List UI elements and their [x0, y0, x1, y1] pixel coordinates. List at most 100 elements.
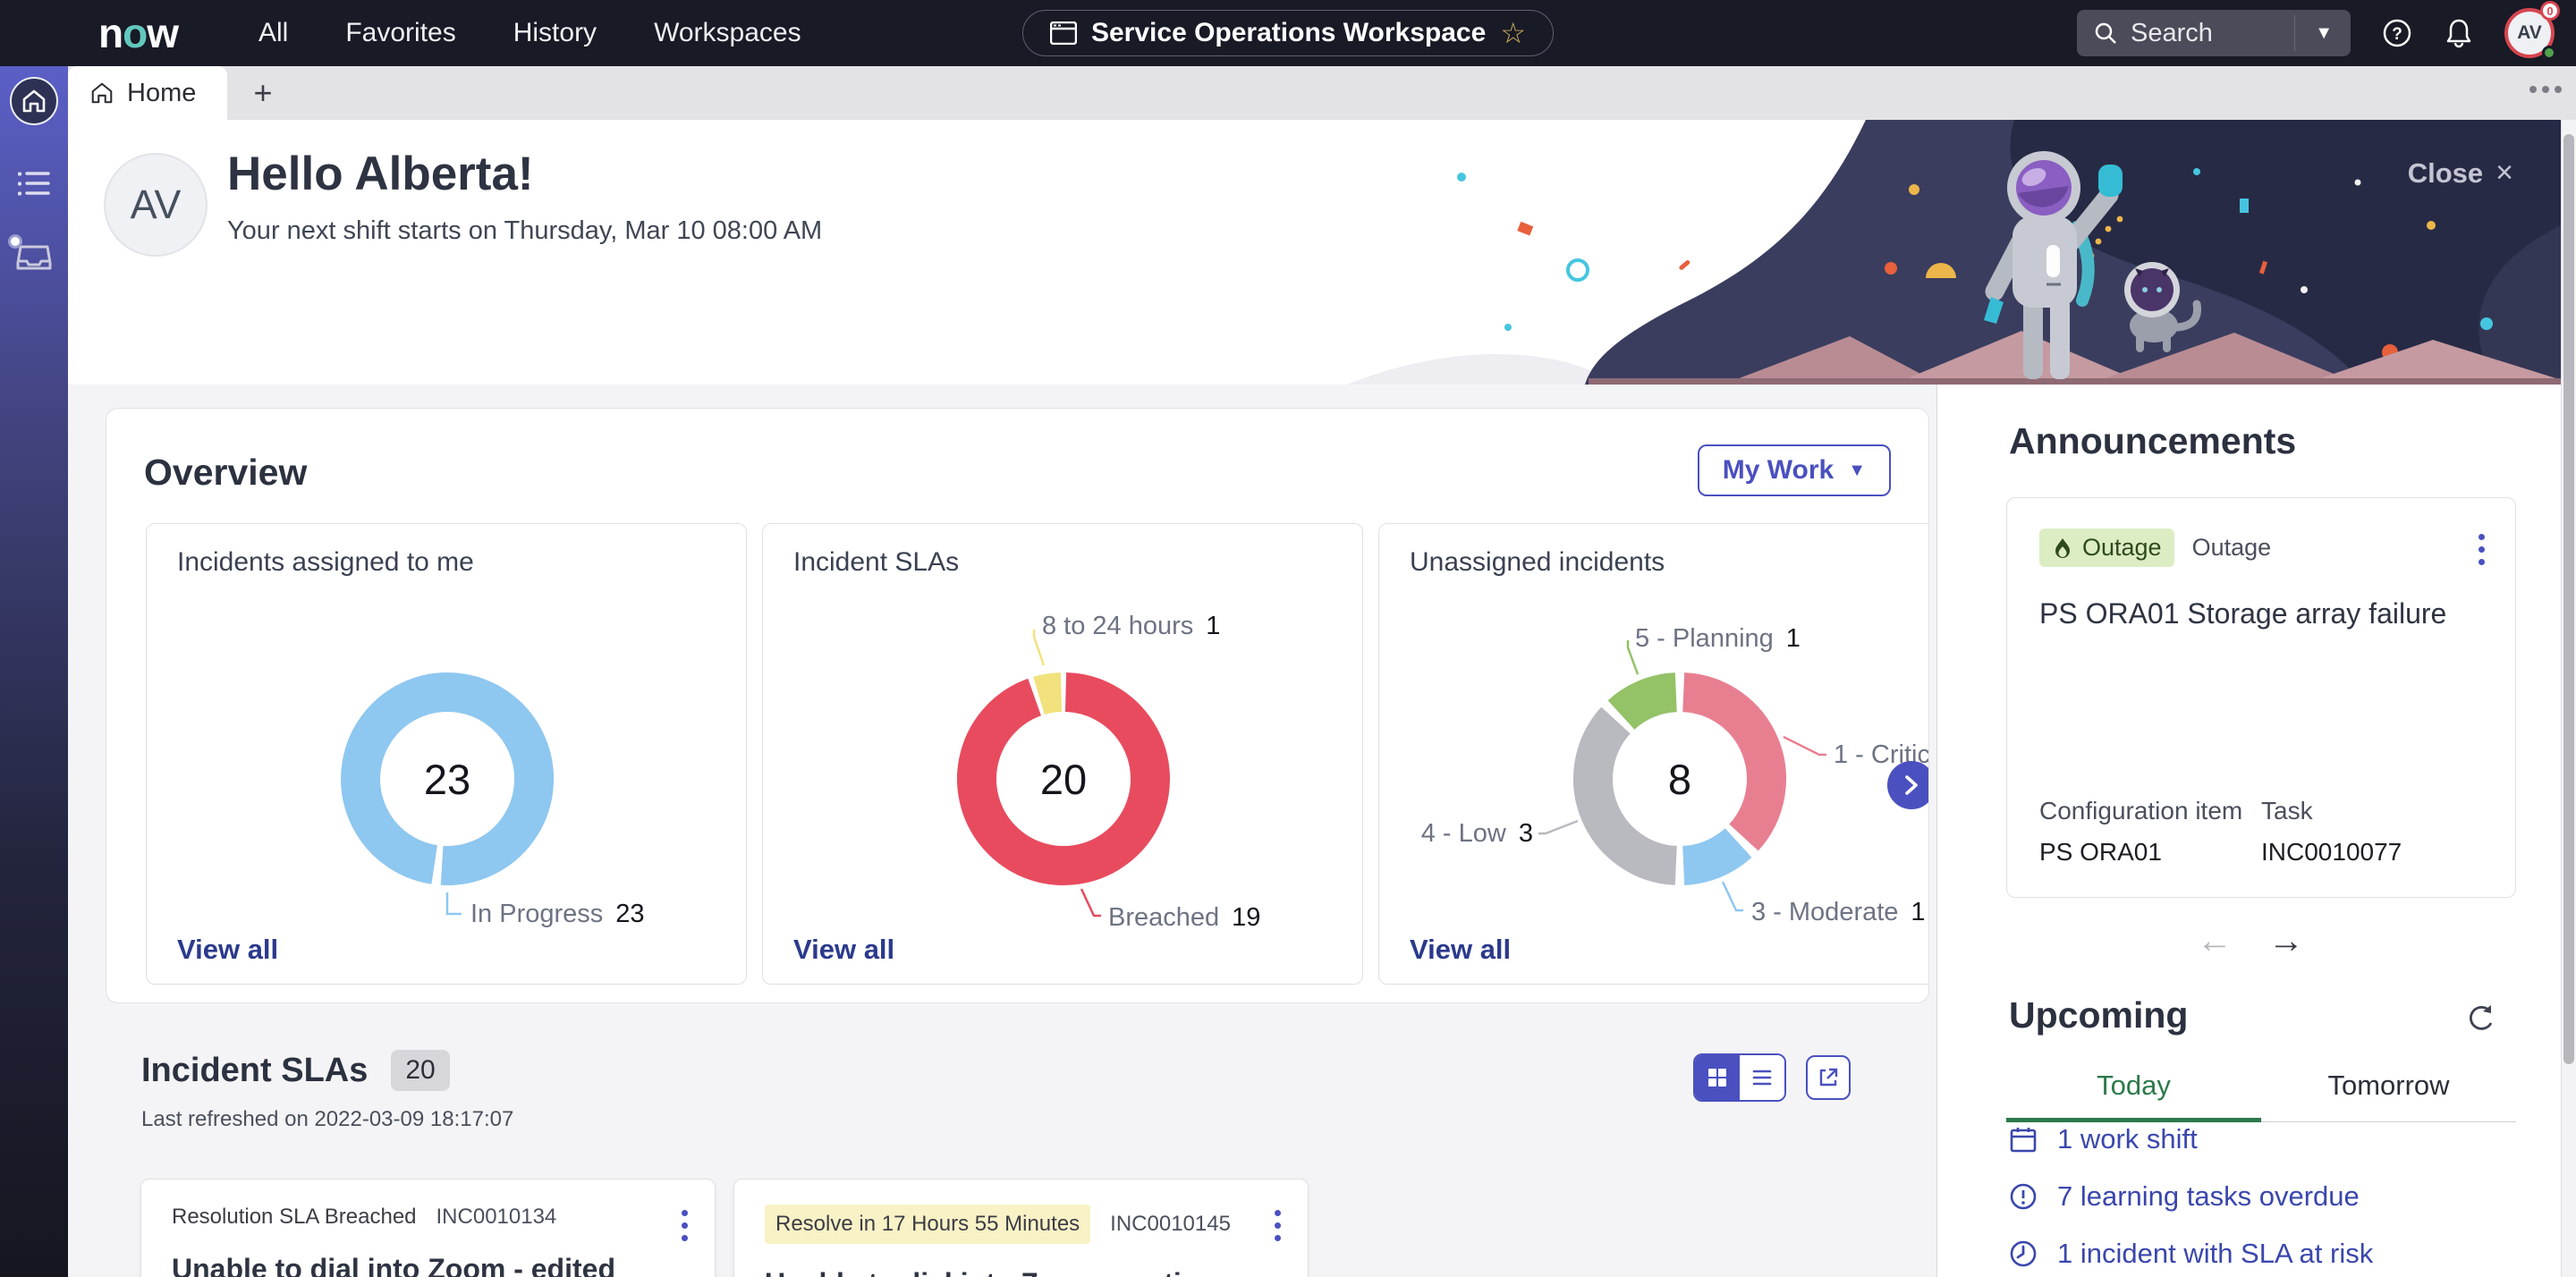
segment-label-low: 4 - Low3	[1411, 819, 1533, 849]
view-all-link[interactable]: View all	[177, 934, 278, 966]
sla-section-title: Incident SLAs	[141, 1052, 368, 1090]
sla-count-badge: 20	[391, 1050, 449, 1091]
close-icon: ×	[2496, 156, 2513, 190]
greeting-banner: AV Hello Alberta! Your next shift starts…	[68, 120, 2576, 385]
tab-home-label: Home	[127, 79, 196, 108]
list-view-button[interactable]	[1740, 1055, 1784, 1100]
last-refreshed-text: Last refreshed on 2022-03-09 18:17:07	[141, 1107, 513, 1132]
announcement-menu-kebab-icon[interactable]	[2479, 534, 2485, 565]
greeting-avatar: AV	[104, 153, 208, 257]
chart-title: Incident SLAs	[793, 547, 959, 578]
external-link-icon	[1818, 1067, 1839, 1088]
view-all-link[interactable]: View all	[1410, 934, 1511, 966]
pager-prev-arrow[interactable]: ←	[2197, 921, 2233, 961]
add-tab-button[interactable]: +	[243, 73, 283, 113]
refresh-icon[interactable]	[2464, 1002, 2496, 1034]
sla-section-header: Incident SLAs 20	[141, 1050, 450, 1091]
outage-badge: Outage	[2039, 529, 2174, 567]
sidebar-item-home[interactable]	[10, 77, 58, 125]
flame-icon	[2052, 537, 2073, 560]
upcoming-tabs: Today Tomorrow	[2006, 1070, 2516, 1122]
avatar-badge: 0	[2540, 1, 2560, 21]
list-view-icon	[1751, 1067, 1773, 1088]
service-operations-workspace: now All Favorites History Workspaces Ser…	[0, 0, 2576, 1277]
nav-item-all[interactable]: All	[258, 18, 288, 48]
incident-short-description[interactable]: Unable to dial into Zoom - edited	[172, 1253, 684, 1277]
my-work-label: My Work	[1723, 455, 1834, 486]
chart-title: Unassigned incidents	[1410, 547, 1665, 578]
workspace-switcher[interactable]: Service Operations Workspace ☆	[1022, 10, 1554, 56]
announcement-card[interactable]: Outage Outage PS ORA01 Storage array fai…	[2006, 497, 2516, 898]
card-menu-kebab-icon[interactable]	[682, 1210, 688, 1241]
upcoming-item-work-shift[interactable]: 1 work shift	[2009, 1123, 2373, 1155]
main-content: Overview My Work ▼ Incidents assigned to…	[68, 385, 1936, 1277]
sla-card-list: Resolution SLA Breached INC0010134 Unabl…	[140, 1179, 1309, 1277]
view-toggle-group	[1693, 1053, 1851, 1102]
upcoming-item-sla-at-risk[interactable]: 1 incident with SLA at risk	[2009, 1238, 2373, 1270]
announcement-card-title: PS ORA01 Storage array failure	[2039, 597, 2483, 630]
announcement-pager: ← →	[1937, 921, 2563, 961]
upcoming-list: 1 work shift 7 learning tasks overdue 1 …	[2009, 1123, 2373, 1270]
carousel-next-button[interactable]	[1887, 761, 1929, 809]
sla-card-inc0010145[interactable]: Resolve in 17 Hours 55 Minutes INC001014…	[733, 1179, 1309, 1277]
grid-icon	[1707, 1067, 1728, 1088]
sla-status-text: Resolution SLA Breached	[172, 1205, 417, 1230]
nav-item-history[interactable]: History	[513, 18, 597, 48]
overview-title: Overview	[144, 452, 307, 494]
presence-indicator	[2542, 46, 2556, 60]
close-label: Close	[2408, 157, 2483, 190]
upcoming-item-learning-tasks[interactable]: 7 learning tasks overdue	[2009, 1180, 2373, 1213]
tab-tomorrow[interactable]: Tomorrow	[2261, 1070, 2516, 1122]
nav-item-workspaces[interactable]: Workspaces	[654, 18, 801, 48]
notifications-bell-icon[interactable]	[2444, 17, 2474, 49]
pager-next-arrow[interactable]: →	[2268, 921, 2304, 961]
chart-card-unassigned-incidents: Unassigned incidents 8 5 - Planning1 1 -…	[1378, 523, 1929, 985]
sla-status-text: Resolve in 17 Hours 55 Minutes	[765, 1205, 1090, 1244]
view-all-link[interactable]: View all	[793, 934, 894, 966]
help-icon[interactable]: ?	[2381, 17, 2413, 49]
alert-icon	[2009, 1182, 2038, 1211]
page-scrollbar[interactable]	[2561, 120, 2576, 1277]
inbox-icon	[15, 241, 53, 274]
user-avatar[interactable]: AV 0	[2504, 8, 2555, 58]
sla-card-inc0010134[interactable]: Resolution SLA Breached INC0010134 Unabl…	[140, 1179, 716, 1277]
tab-today[interactable]: Today	[2006, 1070, 2261, 1122]
scrollbar-thumb[interactable]	[2563, 134, 2574, 1064]
workspace-name: Service Operations Workspace	[1091, 18, 1486, 48]
sidebar-item-lists[interactable]	[16, 168, 52, 199]
donut-center-value: 8	[1626, 755, 1733, 804]
search-input[interactable]	[2131, 19, 2292, 48]
greeting-title: Hello Alberta!	[227, 147, 534, 201]
window-icon	[1050, 21, 1077, 45]
chevron-down-icon: ▼	[1848, 461, 1866, 481]
global-search[interactable]: ▼	[2077, 10, 2351, 56]
top-nav-right: ▼ ? AV 0	[2077, 0, 2555, 66]
configuration-item-field: Configuration item PS ORA01	[2039, 797, 2261, 867]
incident-number: INC0010145	[1110, 1212, 1231, 1237]
home-tab-icon	[89, 80, 114, 106]
now-logo[interactable]: now	[98, 9, 178, 57]
overview-chart-carousel: Incidents assigned to me 23 In Progress2…	[146, 523, 1929, 985]
donut-center-value: 20	[1010, 755, 1117, 804]
banner-close-button[interactable]: Close ×	[2408, 156, 2513, 190]
clock-icon	[2009, 1239, 2038, 1268]
incident-number: INC0010134	[436, 1205, 557, 1230]
nav-item-favorites[interactable]: Favorites	[345, 18, 455, 48]
search-scope-dropdown[interactable]: ▼	[2315, 23, 2333, 44]
tab-overflow-button[interactable]	[2529, 86, 2562, 93]
card-menu-kebab-icon[interactable]	[1275, 1210, 1281, 1241]
my-work-filter-button[interactable]: My Work ▼	[1698, 444, 1891, 496]
sidebar-item-inbox[interactable]	[15, 241, 53, 274]
donut-center-value: 23	[394, 755, 501, 804]
tab-strip: Home +	[68, 66, 2576, 120]
favorite-star-icon[interactable]: ☆	[1500, 16, 1526, 50]
task-field: Task INC0010077	[2261, 797, 2483, 867]
svg-text:?: ?	[2392, 25, 2402, 44]
segment-label-moderate: 3 - Moderate1	[1751, 898, 1926, 927]
tab-home[interactable]: Home	[68, 66, 227, 120]
segment-label-planning: 5 - Planning1	[1635, 624, 1801, 654]
segment-label-8-to-24-hours: 8 to 24 hours1	[1042, 612, 1220, 641]
open-in-list-button[interactable]	[1806, 1055, 1851, 1100]
card-view-button[interactable]	[1695, 1055, 1740, 1100]
incident-short-description[interactable]: Unable to dial into Zoom meetings	[765, 1267, 1277, 1277]
